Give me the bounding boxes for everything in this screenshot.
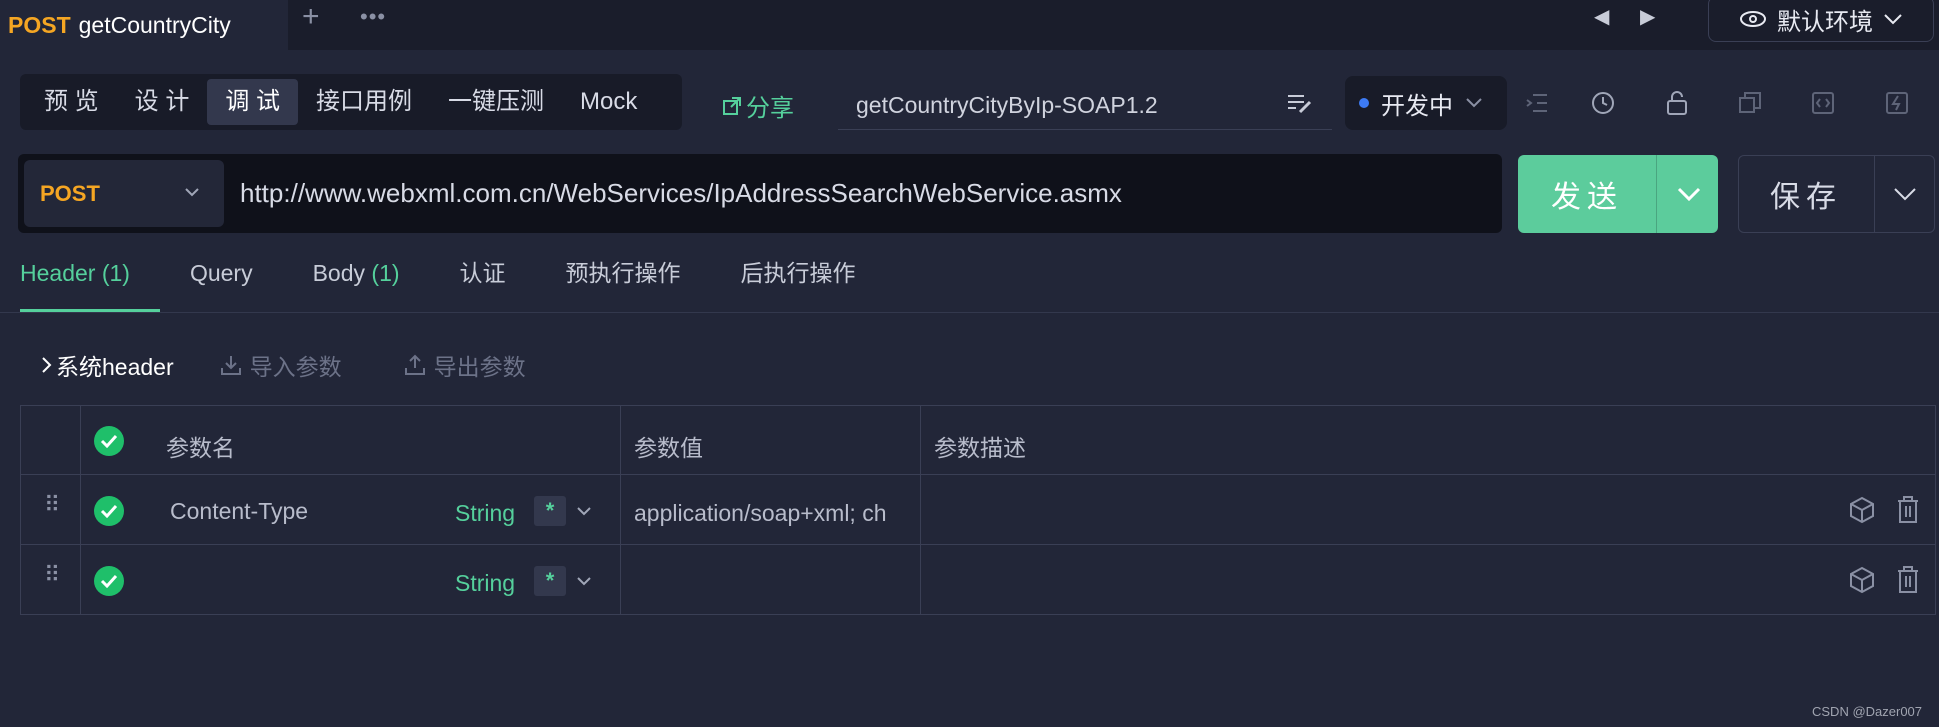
tab-header[interactable]: Header (1) — [20, 256, 160, 312]
mode-tabs: 预 览 设 计 调 试 接口用例 一键压测 Mock — [20, 74, 682, 130]
tab-header-count: (1) — [101, 260, 130, 286]
tab-query[interactable]: Query — [190, 256, 253, 312]
check-icon — [100, 574, 118, 588]
check-icon — [100, 504, 118, 518]
tabs-divider — [0, 312, 1939, 313]
chevron-down-icon — [1884, 14, 1902, 25]
next-tab-arrow-icon[interactable]: ▶ — [1640, 4, 1655, 29]
table-col-divider — [920, 405, 921, 615]
import-params-button[interactable]: 导入参数 — [220, 348, 342, 382]
param-name-input[interactable]: Content-Type — [170, 498, 308, 525]
required-toggle[interactable]: * — [534, 496, 566, 526]
chevron-down-icon[interactable] — [576, 573, 592, 591]
tab-post-script[interactable]: 后执行操作 — [741, 256, 856, 312]
select-all-checkbox[interactable] — [94, 426, 124, 456]
status-dot-icon — [1359, 98, 1369, 108]
cube-icon[interactable] — [1849, 566, 1875, 599]
status-selector[interactable]: 开发中 — [1345, 76, 1507, 130]
tab-mock[interactable]: Mock — [562, 79, 655, 125]
param-type[interactable]: String — [455, 570, 515, 597]
prev-tab-arrow-icon[interactable]: ◀ — [1594, 4, 1609, 29]
chevron-right-icon — [42, 357, 52, 373]
tab-body-count: (1) — [371, 260, 400, 286]
tab-load-test[interactable]: 一键压测 — [430, 79, 562, 125]
save-divider — [1874, 155, 1875, 233]
save-button[interactable]: 保存 — [1738, 155, 1874, 233]
tab-pre-script-label: 预执行操作 — [565, 260, 681, 286]
status-label: 开发中 — [1381, 92, 1453, 120]
request-tab[interactable]: POST getCountryCity — [0, 0, 288, 50]
row-enable-checkbox[interactable] — [94, 496, 124, 526]
method-label: POST — [40, 180, 100, 206]
share-icon — [723, 96, 741, 115]
history-clock-icon[interactable] — [1588, 88, 1618, 118]
tab-debug[interactable]: 调 试 — [207, 79, 299, 125]
system-header-toggle[interactable]: 系统header — [40, 348, 174, 382]
check-icon — [100, 434, 118, 448]
more-tabs-icon[interactable]: ••• — [360, 4, 386, 30]
table-header-divider — [20, 474, 1936, 475]
system-header-label: 系统header — [56, 354, 174, 380]
tab-preview[interactable]: 预 览 — [26, 79, 117, 125]
request-tab-name: getCountryCity — [78, 11, 231, 38]
tab-header-label: Header — [20, 260, 96, 286]
save-options-chevron-icon[interactable] — [1876, 155, 1934, 233]
code-icon[interactable] — [1808, 88, 1838, 118]
eye-icon — [1740, 11, 1766, 27]
unlock-icon[interactable] — [1662, 88, 1692, 118]
required-toggle[interactable]: * — [534, 566, 566, 596]
indent-icon[interactable] — [1522, 88, 1552, 118]
export-params-label: 导出参数 — [433, 354, 526, 380]
param-value-input[interactable]: application/soap+xml; ch — [634, 500, 914, 527]
chevron-down-icon — [184, 184, 200, 202]
edit-list-icon[interactable] — [1286, 92, 1314, 121]
table-col-divider — [620, 405, 621, 615]
tab-auth-label: 认证 — [459, 260, 506, 286]
cube-icon[interactable] — [1849, 496, 1875, 529]
chevron-down-icon — [1466, 98, 1482, 108]
column-header-description: 参数描述 — [934, 435, 1026, 461]
download-icon — [220, 356, 241, 375]
import-params-label: 导入参数 — [249, 354, 342, 380]
request-tabs: Header (1) Query Body (1) 认证 预执行操作 后执行操作 — [20, 256, 916, 312]
tab-test-cases[interactable]: 接口用例 — [298, 79, 430, 125]
copy-icon[interactable] — [1735, 88, 1765, 118]
drag-handle-icon[interactable]: ⠿ — [44, 494, 60, 516]
api-name-value: getCountryCityByIp-SOAP1.2 — [856, 92, 1158, 118]
share-label: 分享 — [746, 95, 794, 122]
table-col-divider — [80, 405, 81, 615]
environment-selector[interactable]: 默认环境 — [1708, 0, 1934, 42]
api-name-field[interactable]: getCountryCityByIp-SOAP1.2 — [838, 82, 1332, 130]
share-button[interactable]: 分享 — [722, 88, 794, 123]
trash-icon[interactable] — [1896, 566, 1920, 599]
send-divider — [1656, 155, 1657, 233]
tab-auth[interactable]: 认证 — [460, 256, 506, 312]
params-toolbar: 系统header 导入参数 导出参数 — [40, 348, 588, 382]
column-header-value: 参数值 — [634, 435, 703, 461]
drag-handle-icon[interactable]: ⠿ — [44, 564, 60, 586]
send-button[interactable]: 发送 — [1518, 155, 1656, 233]
param-type[interactable]: String — [455, 500, 515, 527]
upload-icon — [404, 354, 425, 375]
tab-post-script-label: 后执行操作 — [740, 260, 856, 286]
tab-pre-script[interactable]: 预执行操作 — [566, 256, 681, 312]
flash-icon[interactable] — [1882, 88, 1912, 118]
url-input[interactable]: http://www.webxml.com.cn/WebServices/IpA… — [240, 178, 1122, 209]
tab-body-label: Body — [312, 260, 366, 286]
export-params-button[interactable]: 导出参数 — [404, 348, 526, 382]
send-options-chevron-icon[interactable] — [1660, 155, 1718, 233]
tab-design[interactable]: 设 计 — [117, 79, 208, 125]
tab-query-label: Query — [189, 260, 253, 286]
request-tab-method: POST — [8, 11, 71, 38]
table-row-divider — [20, 544, 1936, 545]
watermark: CSDN @Dazer007 — [1812, 704, 1923, 719]
chevron-down-icon[interactable] — [576, 503, 592, 521]
trash-icon[interactable] — [1896, 496, 1920, 529]
tab-body[interactable]: Body (1) — [313, 256, 400, 312]
column-header-name: 参数名 — [166, 435, 235, 461]
new-tab-plus-icon[interactable]: + — [302, 2, 320, 32]
row-enable-checkbox[interactable] — [94, 566, 124, 596]
environment-label: 默认环境 — [1777, 8, 1873, 36]
